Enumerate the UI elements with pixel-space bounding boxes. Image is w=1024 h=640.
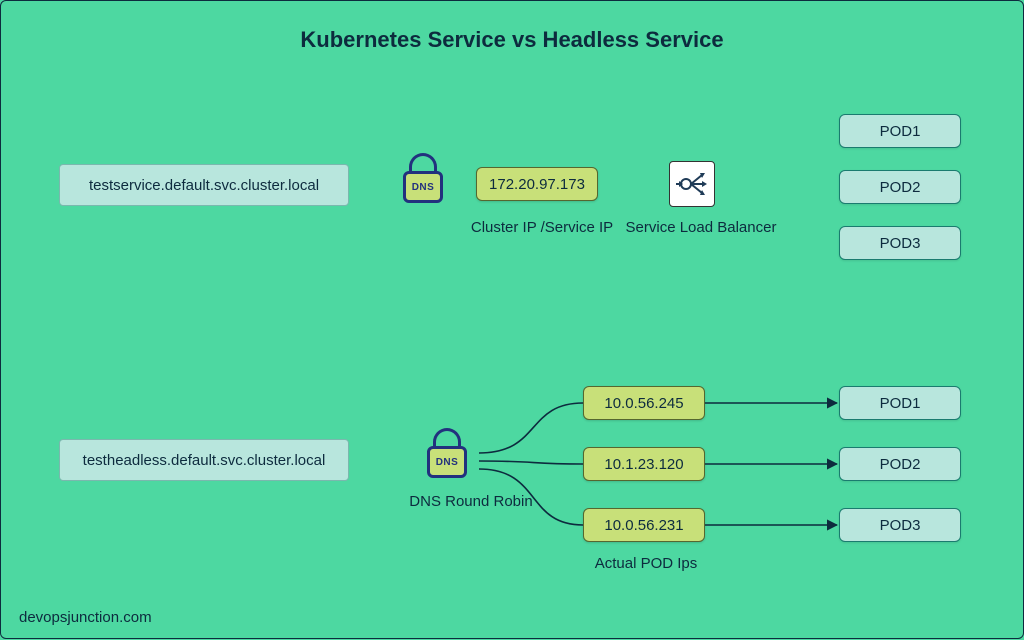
service-pod-3: POD3 — [839, 226, 961, 260]
attribution: devopsjunction.com — [19, 609, 152, 626]
dns-icon: DNS — [425, 428, 469, 478]
lb-glyph-icon — [672, 164, 712, 204]
flow-connectors — [1, 1, 1024, 640]
headless-ip-1: 10.0.56.245 — [583, 386, 705, 420]
headless-ip-3: 10.0.56.231 — [583, 508, 705, 542]
headless-ip-2: 10.1.23.120 — [583, 447, 705, 481]
service-pod-2: POD2 — [839, 170, 961, 204]
headless-pod-3: POD3 — [839, 508, 961, 542]
actual-pod-ips-label: Actual POD Ips — [576, 555, 716, 572]
dns-icon: DNS — [401, 153, 445, 203]
load-balancer-icon — [669, 161, 715, 207]
cluster-ip-value: 172.20.97.173 — [476, 167, 598, 201]
service-dns-name: testservice.default.svc.cluster.local — [59, 164, 349, 206]
cluster-ip-label: Cluster IP /Service IP — [457, 219, 627, 236]
load-balancer-label: Service Load Balancer — [616, 219, 786, 236]
headless-pod-1: POD1 — [839, 386, 961, 420]
diagram-title: Kubernetes Service vs Headless Service — [1, 27, 1023, 53]
dns-round-robin-label: DNS Round Robin — [396, 493, 546, 510]
headless-pod-2: POD2 — [839, 447, 961, 481]
headless-dns-name: testheadless.default.svc.cluster.local — [59, 439, 349, 481]
service-pod-1: POD1 — [839, 114, 961, 148]
